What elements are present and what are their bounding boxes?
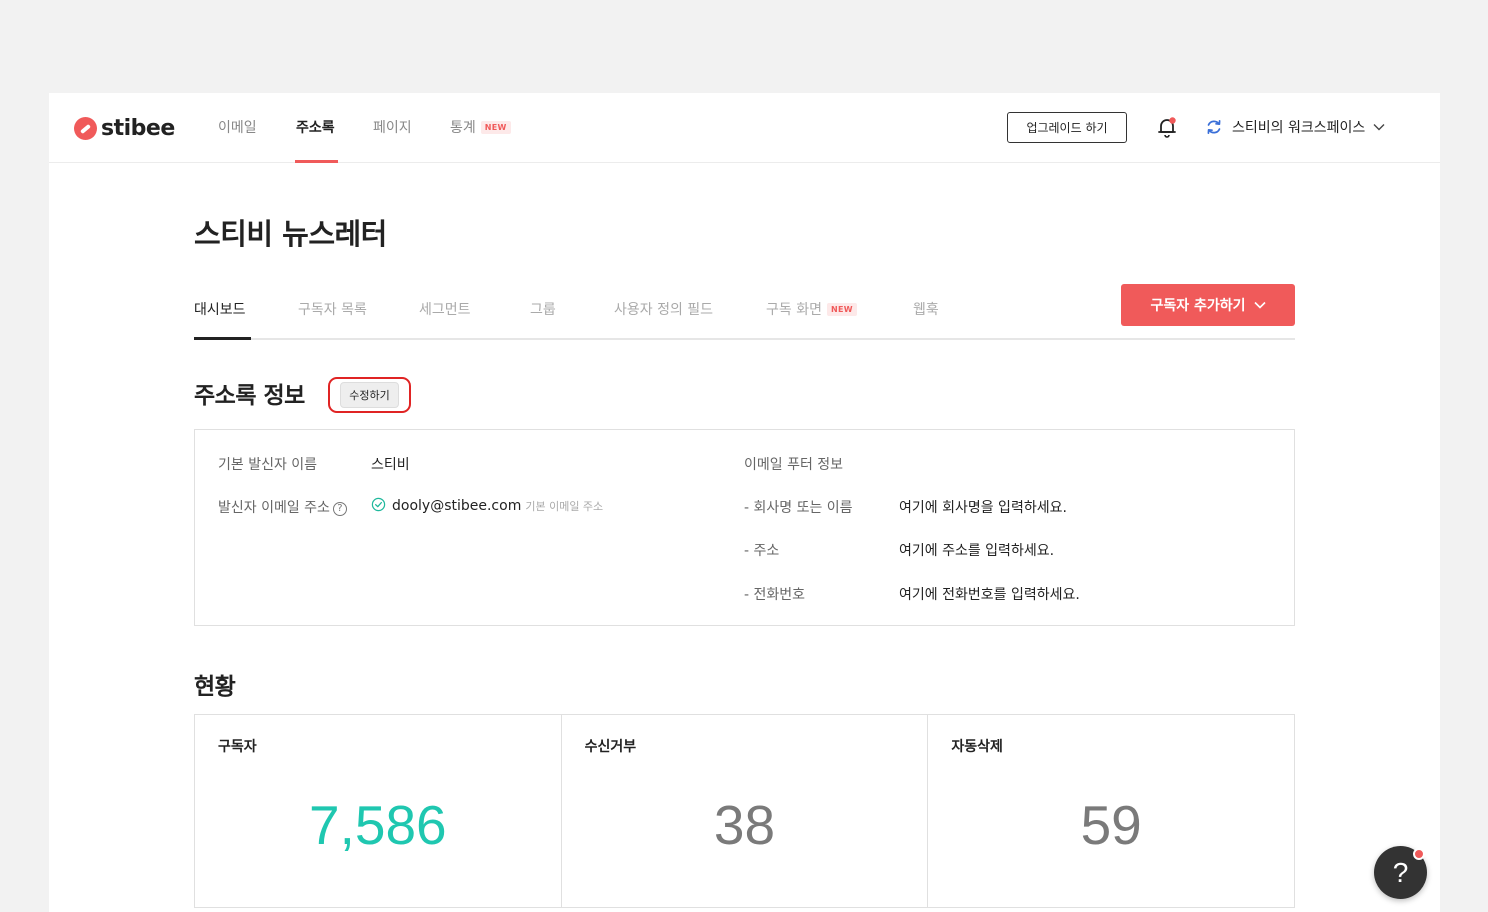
logo-text: stibee bbox=[101, 115, 175, 141]
stat-value: 7,586 bbox=[309, 794, 447, 856]
tab-subscribe-form-label: 구독 화면 bbox=[766, 302, 822, 318]
stat-label: 자동삭제 bbox=[951, 739, 1003, 755]
sender-email-value: dooly@stibee.com bbox=[392, 498, 522, 514]
help-chat-button[interactable]: ? bbox=[1374, 846, 1427, 899]
nav-page-label: 페이지 bbox=[373, 120, 412, 136]
sender-email-row: dooly@stibee.com 기본 이메일 주소 bbox=[371, 497, 603, 514]
app-window: stibee 이메일 주소록 페이지 통계 NEW 업그레이드 하기 스티비의 … bbox=[49, 93, 1440, 912]
info-panel: 기본 발신자 이름 스티비 발신자 이메일 주소? dooly@stibee.c… bbox=[194, 429, 1295, 626]
question-mark-icon: ? bbox=[1392, 856, 1409, 888]
sender-email-label-row: 발신자 이메일 주소? bbox=[218, 497, 347, 517]
new-badge: NEW bbox=[480, 121, 511, 134]
tab-dashboard[interactable]: 대시보드 bbox=[194, 299, 246, 319]
footer-phone-value: 여기에 전화번호를 입력하세요. bbox=[899, 587, 1080, 603]
tab-group[interactable]: 그룹 bbox=[530, 299, 556, 319]
stat-label: 수신거부 bbox=[584, 739, 637, 755]
footer-phone-label: - 전화번호 bbox=[744, 587, 806, 603]
chevron-down-icon bbox=[1253, 301, 1266, 309]
stat-card-unsubscribed[interactable]: 수신거부 38 bbox=[562, 715, 929, 907]
nav-address-book[interactable]: 주소록 bbox=[296, 117, 335, 137]
stibee-logo[interactable]: stibee bbox=[74, 113, 175, 143]
sender-email-label: 발신자 이메일 주소 bbox=[218, 500, 330, 516]
stat-card-subscribers[interactable]: 구독자 7,586 bbox=[195, 715, 562, 907]
help-circle-icon[interactable]: ? bbox=[332, 502, 347, 516]
refresh-icon[interactable] bbox=[1205, 118, 1223, 136]
check-circle-icon bbox=[371, 497, 386, 512]
tab-subscribe-form[interactable]: 구독 화면 NEW bbox=[766, 299, 857, 319]
sender-name-label: 기본 발신자 이름 bbox=[218, 457, 318, 473]
workspace-selector[interactable]: 스티비의 워크스페이스 bbox=[1232, 117, 1385, 137]
nav-active-indicator bbox=[295, 160, 338, 163]
edit-button[interactable]: 수정하기 bbox=[328, 377, 411, 413]
footer-company-label: - 회사명 또는 이름 bbox=[744, 500, 853, 516]
logo-mark-icon bbox=[74, 116, 97, 140]
stat-card-auto-deleted[interactable]: 자동삭제 59 bbox=[928, 715, 1294, 907]
chevron-down-icon bbox=[1373, 124, 1385, 131]
tab-subscriber-list[interactable]: 구독자 목록 bbox=[298, 299, 367, 319]
notification-dot bbox=[1413, 848, 1425, 860]
status-cards: 구독자 7,586 수신거부 38 자동삭제 59 bbox=[194, 714, 1295, 908]
nav-stats-label: 통계 bbox=[450, 120, 476, 136]
stat-value: 59 bbox=[1080, 794, 1142, 856]
page-title: 스티비 뉴스레터 bbox=[194, 217, 387, 251]
edit-button-label: 수정하기 bbox=[340, 382, 399, 408]
sender-name-value: 스티비 bbox=[371, 457, 410, 473]
tab-custom-fields[interactable]: 사용자 정의 필드 bbox=[614, 299, 713, 319]
footer-address-label: - 주소 bbox=[744, 543, 780, 559]
new-badge: NEW bbox=[826, 303, 857, 316]
tab-active-indicator bbox=[194, 337, 251, 340]
add-subscriber-label: 구독자 추가하기 bbox=[1150, 298, 1246, 314]
workspace-label: 스티비의 워크스페이스 bbox=[1232, 120, 1366, 136]
footer-info-title: 이메일 푸터 정보 bbox=[744, 457, 844, 473]
upgrade-button[interactable]: 업그레이드 하기 bbox=[1007, 112, 1127, 143]
footer-company-value: 여기에 회사명을 입력하세요. bbox=[899, 500, 1067, 516]
section-title-info: 주소록 정보 bbox=[194, 383, 305, 409]
tab-webhook[interactable]: 웹훅 bbox=[913, 299, 939, 319]
stat-label: 구독자 bbox=[218, 739, 257, 755]
add-subscriber-button[interactable]: 구독자 추가하기 bbox=[1121, 284, 1295, 326]
footer-address-value: 여기에 주소를 입력하세요. bbox=[899, 543, 1055, 559]
stat-value: 38 bbox=[713, 794, 776, 856]
nav-stats[interactable]: 통계 NEW bbox=[450, 117, 511, 137]
nav-address-book-label: 주소록 bbox=[296, 120, 335, 136]
default-email-note: 기본 이메일 주소 bbox=[525, 500, 604, 513]
nav-email-label: 이메일 bbox=[218, 120, 257, 136]
top-navigation: stibee 이메일 주소록 페이지 통계 NEW 업그레이드 하기 스티비의 … bbox=[49, 93, 1440, 163]
nav-page[interactable]: 페이지 bbox=[373, 117, 412, 137]
bell-icon[interactable] bbox=[1155, 115, 1179, 139]
section-title-status: 현황 bbox=[194, 674, 236, 700]
nav-email[interactable]: 이메일 bbox=[218, 117, 257, 137]
tab-segment[interactable]: 세그먼트 bbox=[419, 299, 471, 319]
